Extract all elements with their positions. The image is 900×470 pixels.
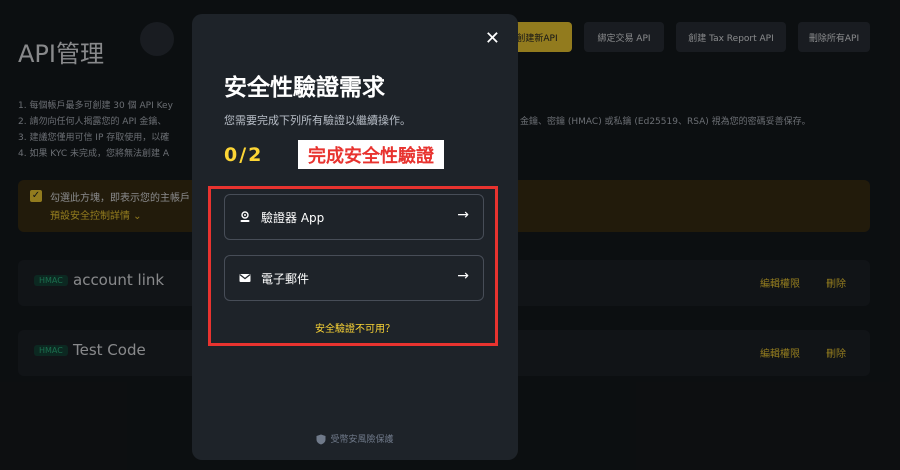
shield-icon	[316, 434, 326, 445]
annotation-label: 完成安全性驗證	[298, 140, 444, 169]
security-verification-modal: ✕ 安全性驗證需求 您需要完成下列所有驗證以繼續操作。 0/2 完成安全性驗證 …	[192, 14, 518, 460]
risk-protection-footer: 受幣安風險保護	[192, 432, 518, 445]
authenticator-icon	[240, 211, 250, 222]
email-option[interactable]: 電子郵件 →	[224, 255, 484, 301]
option-label: 驗證器 App	[261, 211, 325, 225]
verification-progress: 0/2	[224, 144, 264, 166]
close-icon[interactable]: ✕	[485, 30, 500, 48]
footer-text: 受幣安風險保護	[330, 435, 394, 445]
arrow-right-icon: →	[457, 268, 469, 284]
arrow-right-icon: →	[457, 207, 469, 223]
email-icon	[239, 274, 251, 282]
verification-unavailable-link[interactable]: 安全驗證不可用？	[192, 320, 518, 335]
option-label: 電子郵件	[261, 272, 310, 286]
authenticator-app-option[interactable]: 驗證器 App →	[224, 194, 484, 240]
modal-title: 安全性驗證需求	[224, 75, 385, 101]
modal-description: 您需要完成下列所有驗證以繼續操作。	[224, 114, 411, 127]
